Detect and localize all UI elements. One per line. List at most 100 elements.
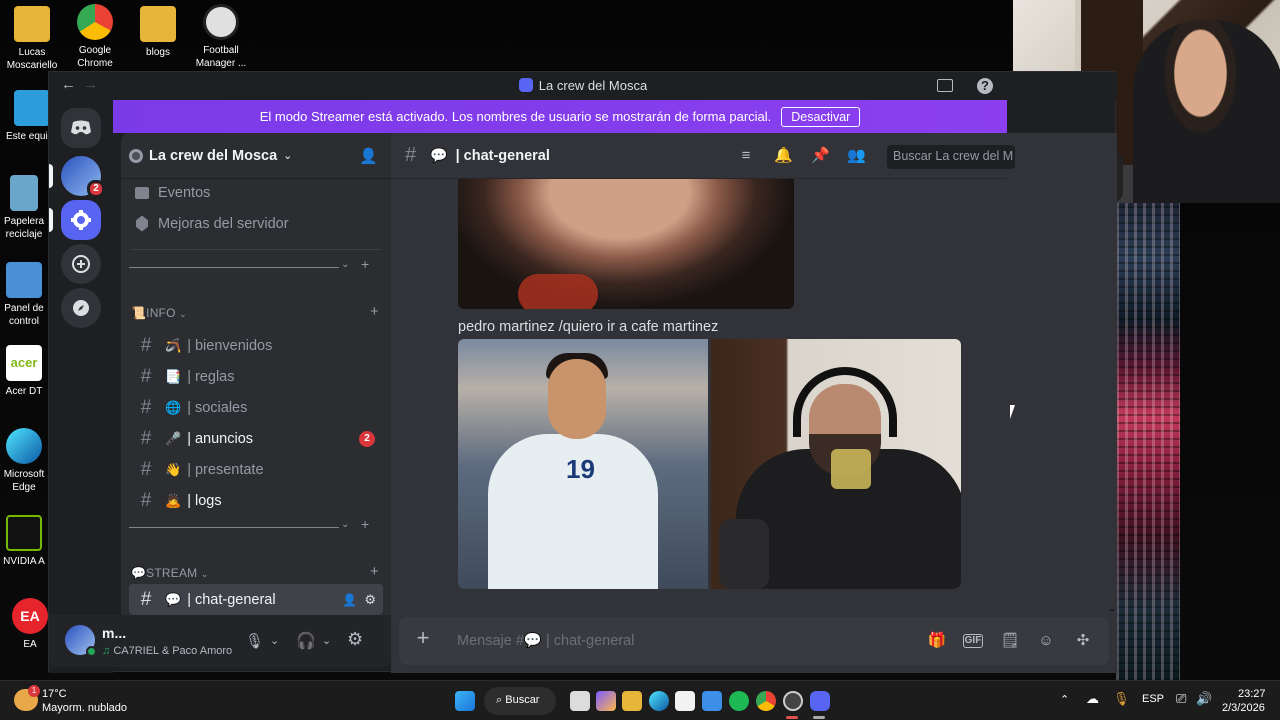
server-header[interactable]: La crew del Mosca ⌄ 👤 bbox=[121, 133, 391, 179]
edge-taskbar-icon[interactable] bbox=[649, 691, 669, 711]
clock-time[interactable]: 23:27 bbox=[1238, 688, 1266, 700]
channel-logs[interactable]: # 🙇 | logs bbox=[129, 485, 383, 516]
boost-gem-icon bbox=[136, 215, 148, 232]
message-input[interactable]: Mensaje #💬 | chat-general bbox=[457, 632, 634, 649]
desktop-icon-this-pc[interactable]: Este equi bbox=[0, 90, 50, 143]
user-settings-gear-icon[interactable]: ⚙ bbox=[347, 629, 363, 650]
members-icon[interactable]: 👥 bbox=[847, 147, 866, 165]
discord-taskbar-icon[interactable] bbox=[810, 691, 830, 711]
headphones-icon[interactable]: 🎧 bbox=[296, 631, 316, 651]
chevron-down-icon[interactable]: ⌄ bbox=[270, 634, 279, 647]
message-image-player[interactable]: 19 bbox=[458, 339, 708, 589]
taskbar-search[interactable]: ⌕ Buscar bbox=[484, 687, 556, 715]
microphone-tray-icon[interactable]: 🎙 bbox=[1113, 691, 1130, 707]
widgets-icon[interactable] bbox=[596, 691, 616, 711]
emoji-icon[interactable]: ☺ bbox=[1036, 632, 1056, 650]
message-image-streamer[interactable] bbox=[711, 339, 961, 589]
threads-icon[interactable]: ≡ bbox=[737, 147, 755, 165]
add-channel-icon[interactable]: + bbox=[361, 256, 369, 272]
cloud-icon[interactable]: ☁ bbox=[1086, 691, 1099, 707]
network-icon[interactable]: ⎚ bbox=[1176, 691, 1186, 707]
username[interactable]: m... bbox=[102, 625, 126, 641]
channel-presentate[interactable]: # 👋 | presentate bbox=[129, 454, 383, 485]
discover-icon[interactable] bbox=[61, 288, 101, 328]
channel-sociales[interactable]: # 🌐 | sociales bbox=[129, 392, 383, 423]
desktop-icon-recycle-bin[interactable]: Papelera reciclaje bbox=[0, 175, 48, 241]
pin-icon[interactable]: 📌 bbox=[811, 147, 830, 165]
channel-bienvenidos[interactable]: # 🪃 | bienvenidos bbox=[129, 330, 383, 361]
gear-icon[interactable]: ⚙ bbox=[364, 592, 376, 608]
server-list: 2 bbox=[49, 100, 113, 673]
desktop-icon-acer[interactable]: acer Acer DT bbox=[0, 345, 48, 398]
microphone-icon[interactable]: 🎙 bbox=[245, 632, 264, 650]
events-item[interactable]: Eventos bbox=[129, 177, 383, 208]
server-la-crew-icon[interactable] bbox=[61, 200, 101, 240]
file-explorer-icon[interactable] bbox=[622, 691, 642, 711]
desktop-icon-nvidia[interactable]: NVIDIA A bbox=[0, 515, 48, 568]
volume-icon[interactable]: 🔊 bbox=[1196, 691, 1212, 707]
invite-icon[interactable]: 👤 bbox=[342, 593, 357, 607]
add-channel-icon[interactable]: + bbox=[370, 303, 379, 320]
server-boosts-item[interactable]: Mejoras del servidor bbox=[129, 208, 383, 239]
channel-chat-general[interactable]: # 💬 | chat-general 👤 ⚙ bbox=[129, 584, 383, 615]
invite-people-icon[interactable]: 👤 bbox=[359, 147, 378, 165]
server-boost-icon bbox=[129, 148, 143, 163]
desktop-icon-edge[interactable]: Microsoft Edge bbox=[0, 428, 48, 494]
scrollbar-thumb[interactable] bbox=[1109, 609, 1115, 611]
desktop-icon-chrome[interactable]: Google Chrome bbox=[63, 4, 127, 70]
obs-icon[interactable] bbox=[783, 691, 803, 711]
chevron-down-icon[interactable]: ⌄ bbox=[322, 634, 331, 647]
category-stream[interactable]: 💬STREAM ⌄ + bbox=[131, 563, 381, 580]
language-indicator[interactable]: ESP bbox=[1142, 693, 1164, 705]
wallpaper bbox=[1116, 200, 1180, 680]
user-panel: m... ♫ CA7RIEL & Paco Amoro 🎙 ⌄ 🎧 ⌄ ⚙ bbox=[49, 615, 391, 667]
hash-icon: # bbox=[140, 458, 152, 480]
music-note-icon: ♫ bbox=[102, 645, 111, 657]
hash-icon: # bbox=[140, 334, 152, 356]
acer-icon: acer bbox=[6, 345, 42, 381]
task-view-icon[interactable] bbox=[570, 691, 590, 711]
chevron-up-icon[interactable]: ⌃ bbox=[1060, 693, 1069, 706]
inbox-icon[interactable] bbox=[937, 79, 953, 92]
disable-streamer-mode-button[interactable]: Desactivar bbox=[781, 106, 861, 127]
gif-icon[interactable]: GIF bbox=[963, 634, 983, 648]
store-icon[interactable] bbox=[675, 691, 695, 711]
clock-date[interactable]: 2/3/2026 bbox=[1222, 702, 1265, 714]
chrome-taskbar-icon[interactable] bbox=[756, 691, 776, 711]
desktop-icon-control-panel[interactable]: Panel de control bbox=[0, 262, 48, 328]
weather-temp: 17°C bbox=[42, 688, 67, 700]
title-bar: ← → La crew del Mosca ? bbox=[49, 72, 1117, 100]
add-attachment-icon[interactable]: + bbox=[413, 627, 433, 649]
avatar[interactable] bbox=[65, 625, 97, 657]
gift-icon[interactable]: 🎁 bbox=[927, 632, 947, 650]
desktop-icon-football-manager[interactable]: Football Manager ... bbox=[189, 4, 253, 70]
weather-icon[interactable]: 1 bbox=[14, 685, 40, 711]
channel-reglas[interactable]: # 📑 | reglas bbox=[129, 361, 383, 392]
add-channel-icon[interactable]: + bbox=[370, 563, 379, 580]
taskbar: 1 17°C Mayorm. nublado ⌕ Buscar ⌃ ☁ 🎙 ES… bbox=[0, 680, 1280, 720]
spotify-icon[interactable] bbox=[729, 691, 749, 711]
desktop-icon-blogs[interactable]: blogs bbox=[126, 6, 190, 59]
category-info[interactable]: 📜INFO ⌄ + bbox=[131, 303, 381, 320]
unread-indicator bbox=[49, 164, 53, 188]
mail-icon[interactable] bbox=[702, 691, 722, 711]
folder-icon bbox=[14, 6, 50, 42]
windows-start-icon[interactable] bbox=[455, 691, 475, 711]
user-dm-avatar[interactable]: 2 bbox=[61, 156, 105, 198]
desktop-icon-lucas[interactable]: Lucas Moscariello bbox=[0, 6, 64, 72]
streamer-figure bbox=[1133, 20, 1280, 203]
divider-category: ⌄ + bbox=[129, 516, 379, 533]
add-server-icon[interactable] bbox=[61, 244, 101, 284]
add-channel-icon[interactable]: + bbox=[361, 516, 369, 532]
apps-icon[interactable]: ✣ bbox=[1073, 632, 1093, 650]
chat-header: # 💬 | chat-general ≡ 🔔 📌 👥 Buscar La cre… bbox=[391, 133, 1015, 179]
sticker-icon[interactable]: 🗒 bbox=[1000, 632, 1020, 650]
help-icon[interactable]: ? bbox=[977, 78, 993, 94]
bell-icon[interactable]: 🔔 bbox=[774, 147, 793, 165]
search-input[interactable]: Buscar La crew del M bbox=[887, 145, 1015, 169]
discord-home-icon[interactable] bbox=[61, 108, 101, 148]
channel-anuncios[interactable]: # 🎤 | anuncios 2 bbox=[129, 423, 383, 454]
message-image-attachment[interactable] bbox=[458, 179, 794, 309]
user-activity: ♫ CA7RIEL & Paco Amoro bbox=[102, 645, 233, 657]
monitor-icon bbox=[14, 90, 50, 126]
